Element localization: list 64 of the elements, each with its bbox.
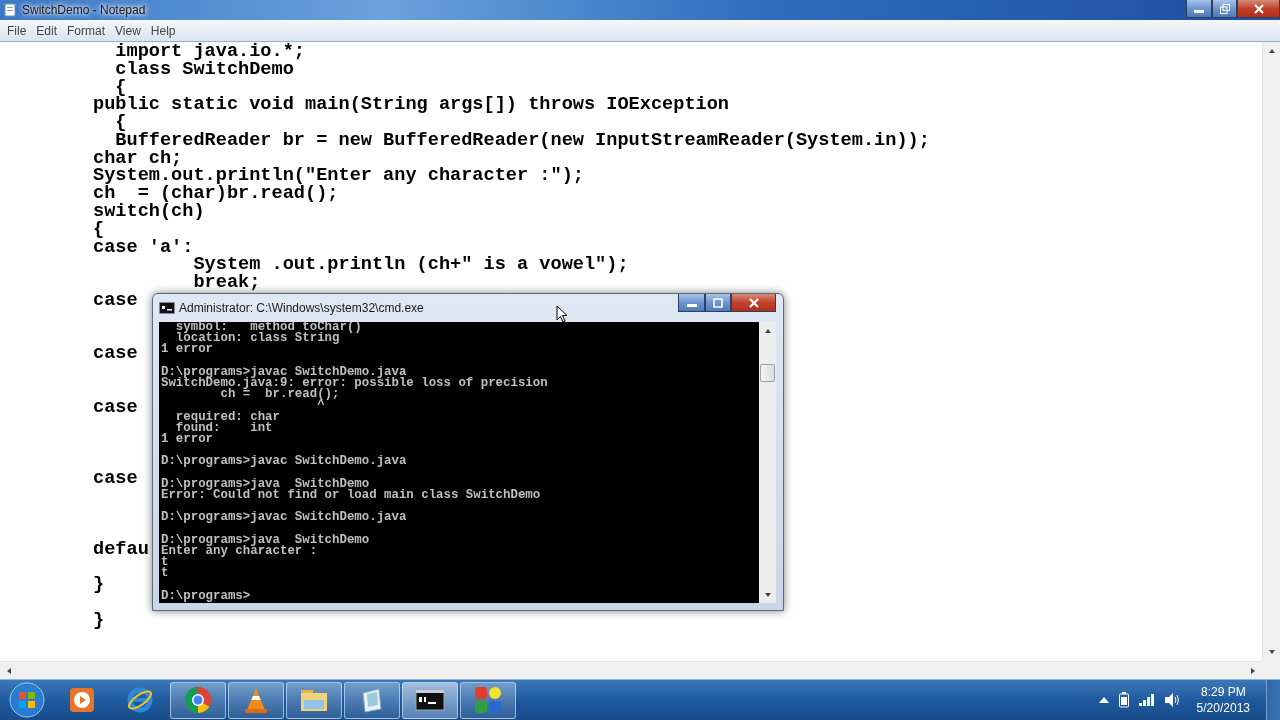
console-icon: [159, 302, 175, 314]
restore-button[interactable]: [1212, 0, 1237, 18]
signal-icon[interactable]: [1138, 694, 1155, 706]
code-line: {: [115, 114, 127, 132]
code-line: System.out.println("Enter any character :");: [93, 167, 584, 186]
maximize-button[interactable]: [705, 294, 731, 312]
vertical-scrollbar[interactable]: [759, 322, 776, 603]
clock[interactable]: 8:29 PM 5/20/2013: [1190, 684, 1256, 716]
tiles-icon: [474, 686, 502, 714]
code-line: case: [93, 469, 138, 488]
code-line: public static void main(String args[]) throws IOException: [93, 96, 729, 115]
code-line: class SwitchDemo: [114, 60, 294, 79]
restore-icon: [1219, 3, 1230, 14]
play-icon: [69, 687, 95, 713]
code-line: System .out.println (ch+" is a vowel");: [192, 256, 629, 275]
ring-icon: [184, 686, 212, 714]
up-arrow-icon: [1268, 47, 1276, 55]
code-line: }: [93, 576, 105, 595]
globe-icon: [126, 686, 154, 714]
code-line: case 'a':: [93, 238, 194, 257]
close-button[interactable]: [1237, 0, 1280, 18]
down-arrow-icon: [1268, 648, 1276, 656]
right-arrow-icon: [1249, 667, 1257, 675]
folder-icon: [299, 687, 329, 713]
close-icon: [748, 297, 759, 308]
left-arrow-icon: [5, 667, 13, 675]
menu-item[interactable]: Edit: [31, 20, 63, 41]
menu-item[interactable]: File: [2, 20, 32, 41]
window-title: Administrator: C:\Windows\system32\cmd.exe: [179, 301, 424, 315]
scroll-thumb[interactable]: [760, 364, 775, 382]
code-line: ch = (char)br.read();: [93, 185, 339, 204]
notepad-icon: [4, 3, 16, 17]
close-icon: [1253, 3, 1264, 14]
volume-icon[interactable]: [1164, 693, 1181, 707]
code-line: case: [93, 291, 138, 310]
code-line: case: [93, 398, 138, 417]
vertical-scrollbar[interactable]: [1262, 42, 1280, 661]
down-arrow-icon: [763, 590, 772, 599]
code-line: }: [93, 611, 105, 630]
window-title: SwitchDemo - Notepad: [22, 3, 146, 17]
code-line: case: [93, 345, 138, 364]
code-line: {: [115, 78, 127, 97]
show-hidden-icons-button[interactable]: [1098, 696, 1109, 704]
menu-item[interactable]: View: [110, 20, 146, 41]
minimize-button[interactable]: [678, 294, 705, 312]
cone-icon: [243, 686, 269, 714]
maximize-icon: [713, 297, 723, 308]
code-line: char ch;: [93, 149, 183, 168]
code-line: import java.io.*;: [114, 43, 305, 61]
close-button[interactable]: [731, 294, 776, 312]
menu-item[interactable]: Help: [145, 20, 181, 41]
code-line: {: [93, 220, 105, 239]
code-line: break;: [192, 274, 261, 292]
horizontal-scrollbar[interactable]: [0, 661, 1262, 679]
minimize-button[interactable]: [1186, 0, 1212, 18]
code-line: defau: [93, 540, 149, 559]
code-line: BufferedReader br = new BufferedReader(new InputStreamReader(System.in));: [115, 131, 930, 150]
code-line: switch(ch): [93, 203, 205, 221]
menu-item[interactable]: Format: [62, 20, 111, 41]
taskbar-button[interactable]: [402, 681, 458, 719]
taskbar-button[interactable]: [344, 681, 400, 719]
battery-icon[interactable]: [1118, 692, 1129, 708]
notepad-icon: [359, 687, 385, 713]
console-icon: [415, 689, 445, 711]
